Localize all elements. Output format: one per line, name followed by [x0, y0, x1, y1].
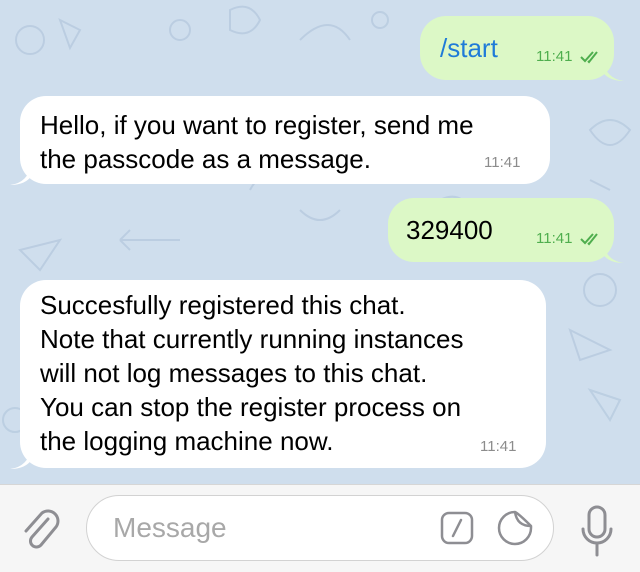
message-text[interactable]: /start: [440, 31, 498, 65]
message-text: Hello, if you want to register, send me …: [40, 110, 474, 174]
outgoing-message[interactable]: 329400 11:41: [388, 198, 624, 263]
double-check-icon: [580, 51, 598, 64]
message-placeholder: Message: [113, 512, 227, 543]
bubble-tail: [10, 447, 32, 469]
message-input[interactable]: Message: [86, 495, 554, 561]
paperclip-icon[interactable]: [18, 507, 66, 555]
message-time: 11:41: [480, 438, 517, 455]
double-check-icon: [580, 233, 598, 246]
message-time: 11:41: [536, 230, 573, 247]
sticker-icon[interactable]: [495, 508, 535, 548]
bot-command-icon[interactable]: [439, 510, 475, 546]
chat-area: /start 11:41 Hello, if you want to regis…: [0, 0, 640, 484]
message-time: 11:41: [484, 154, 521, 171]
message-time: 11:41: [536, 48, 573, 65]
outgoing-message[interactable]: /start 11:41: [420, 16, 624, 81]
microphone-icon[interactable]: [580, 503, 614, 559]
incoming-message[interactable]: Succesfully registered this chat. Note t…: [10, 280, 546, 469]
message-text: Succesfully registered this chat. Note t…: [40, 290, 464, 456]
bubble-tail: [602, 241, 624, 263]
message-text: 329400: [406, 215, 493, 245]
bubble-tail: [10, 163, 32, 185]
incoming-message[interactable]: Hello, if you want to register, send me …: [10, 96, 550, 185]
bubble-tail: [602, 59, 624, 81]
message-composer: Message: [0, 484, 640, 572]
